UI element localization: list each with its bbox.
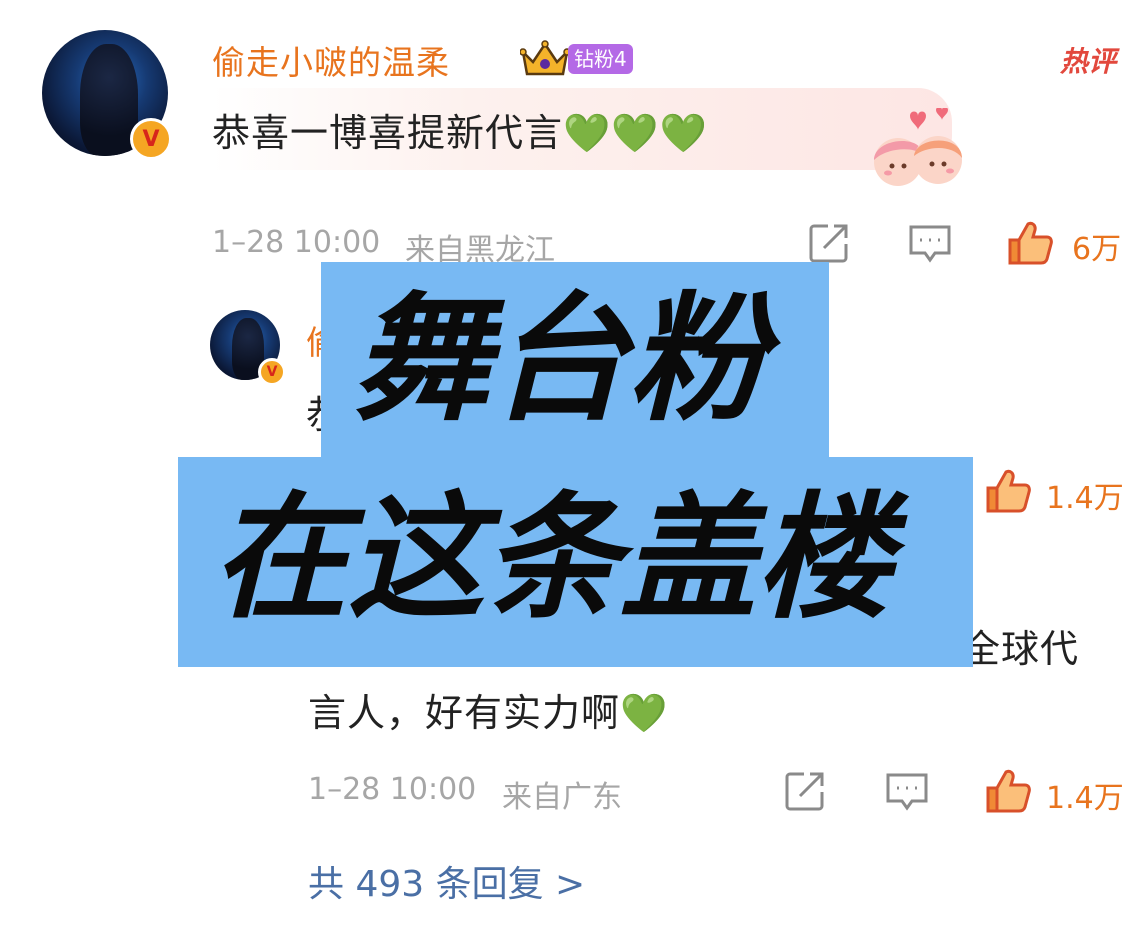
fan-level-badge[interactable]: 钻粉4: [568, 44, 633, 74]
verified-badge-icon: V: [130, 118, 172, 160]
reply-timestamp: 1–28 10:00: [308, 772, 477, 807]
comment-icon[interactable]: [908, 224, 952, 264]
thumbs-up-icon[interactable]: [984, 468, 1032, 514]
comment-text[interactable]: 恭喜一博喜提新代言💚💚💚: [212, 102, 708, 157]
like-count: 1.4万: [1046, 481, 1124, 516]
view-replies-link[interactable]: 共 493 条回复 >: [308, 855, 585, 907]
green-heart: 💚: [620, 691, 669, 735]
share-icon[interactable]: [784, 770, 826, 812]
share-icon[interactable]: [808, 222, 850, 264]
thumbs-up-icon[interactable]: [1006, 220, 1054, 266]
reply-text-body: 言人，好有实力啊: [308, 691, 621, 735]
overlay-title-line2: 在这条盖楼: [212, 480, 892, 638]
like-count: 6万: [1072, 232, 1122, 267]
commenter-username[interactable]: 偷走小啵的温柔: [212, 36, 450, 84]
reply-location: 来自广东: [502, 780, 622, 815]
green-hearts: 💚💚💚: [563, 111, 708, 155]
crown-icon: [520, 40, 570, 76]
couple-sticker-icon: [874, 108, 962, 186]
reply-text-line1-end: 全球代: [962, 627, 1080, 671]
like-count: 1.4万: [1046, 781, 1124, 816]
hot-comment-tag: 热评: [1060, 45, 1117, 78]
comment-icon[interactable]: [885, 772, 929, 812]
verified-badge-icon: V: [258, 358, 286, 386]
thumbs-up-icon[interactable]: [984, 768, 1032, 814]
comment-timestamp: 1–28 10:00: [212, 225, 381, 260]
comment-text-body: 恭喜一博喜提新代言: [212, 111, 564, 155]
reply-text-line2: 言人，好有实力啊💚: [308, 682, 668, 737]
overlay-title-line1: 舞台粉: [352, 279, 767, 440]
